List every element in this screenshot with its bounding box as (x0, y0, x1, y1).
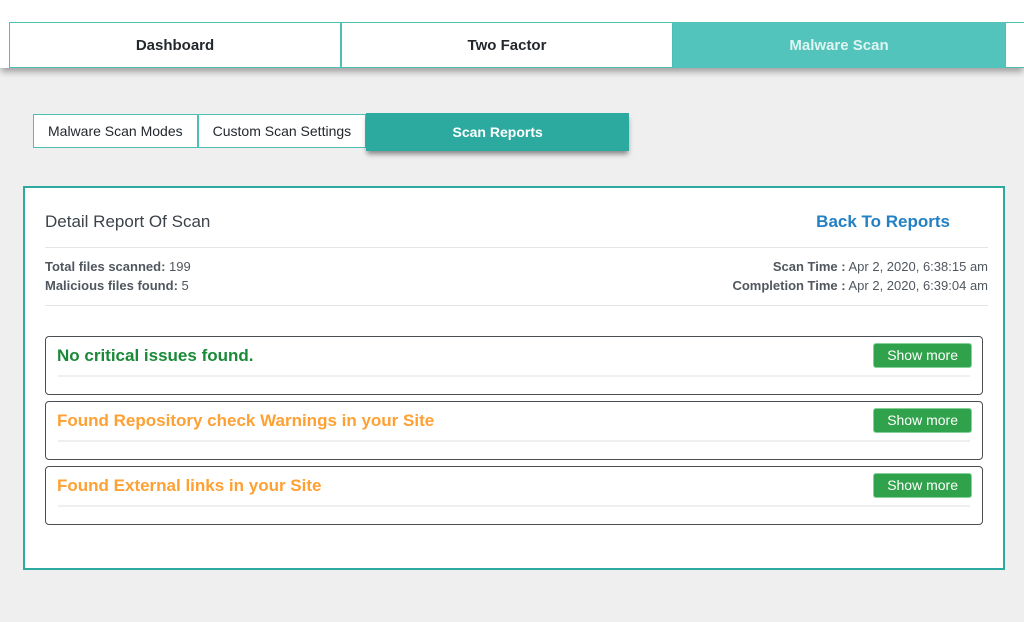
result-repository-warnings: Found Repository check Warnings in your … (45, 401, 983, 460)
subtab-custom-scan-settings[interactable]: Custom Scan Settings (197, 114, 367, 148)
malware-scan-sub-tabs: Malware Scan Modes Custom Scan Settings … (33, 113, 1024, 151)
tab-malware-scan-label: Malware Scan (789, 36, 889, 54)
scan-stats-left: Total files scanned: 199 Malicious files… (45, 257, 191, 295)
subtab-scan-reports-label: Scan Reports (452, 124, 543, 140)
tab-partial-offscreen[interactable] (1005, 22, 1024, 68)
show-more-button-critical[interactable]: Show more (873, 343, 972, 368)
tab-two-factor[interactable]: Two Factor (341, 22, 673, 68)
result-message: Found Repository check Warnings in your … (57, 410, 435, 430)
tab-malware-scan[interactable]: Malware Scan (673, 22, 1005, 68)
show-more-button-repository[interactable]: Show more (873, 408, 972, 433)
result-header: Found External links in your Site Show m… (46, 467, 982, 505)
scan-stats: Total files scanned: 199 Malicious files… (25, 248, 1003, 305)
malicious-files-label: Malicious files found: (45, 278, 178, 293)
tab-dashboard[interactable]: Dashboard (9, 22, 341, 68)
subtab-malware-scan-modes-label: Malware Scan Modes (48, 123, 183, 139)
result-message: Found External links in your Site (57, 475, 322, 495)
show-more-button-external[interactable]: Show more (873, 473, 972, 498)
total-files-row: Total files scanned: 199 (45, 257, 191, 276)
scan-results-list: No critical issues found. Show more Foun… (25, 306, 1003, 525)
result-header: No critical issues found. Show more (46, 337, 982, 375)
subtab-custom-scan-settings-label: Custom Scan Settings (212, 123, 352, 139)
result-message: No critical issues found. (57, 345, 254, 365)
scan-time-row: Scan Time : Apr 2, 2020, 6:38:15 am (732, 257, 988, 276)
page-title: Detail Report Of Scan (45, 212, 211, 231)
result-body (46, 507, 982, 524)
total-files-value: 199 (169, 259, 191, 274)
result-body (46, 377, 982, 394)
subtab-malware-scan-modes[interactable]: Malware Scan Modes (33, 114, 198, 148)
malicious-files-value: 5 (181, 278, 189, 293)
malicious-files-row: Malicious files found: 5 (45, 276, 191, 295)
tab-dashboard-label: Dashboard (135, 36, 215, 54)
scan-time-label: Scan Time : (772, 259, 846, 274)
scan-stats-right: Scan Time : Apr 2, 2020, 6:38:15 am Comp… (732, 257, 988, 295)
total-files-label: Total files scanned: (45, 259, 166, 274)
result-body (46, 442, 982, 459)
completion-time-row: Completion Time : Apr 2, 2020, 6:39:04 a… (732, 276, 988, 295)
scan-time-value: Apr 2, 2020, 6:38:15 am (848, 259, 988, 274)
result-external-links: Found External links in your Site Show m… (45, 466, 983, 525)
panel-header: Detail Report Of Scan Back To Reports (25, 188, 1003, 247)
back-to-reports-link[interactable]: Back To Reports (816, 212, 950, 232)
subtab-scan-reports[interactable]: Scan Reports (366, 113, 630, 151)
scan-report-panel: Detail Report Of Scan Back To Reports To… (23, 186, 1005, 570)
result-critical-issues: No critical issues found. Show more (45, 336, 983, 395)
tab-two-factor-label: Two Factor (467, 36, 547, 54)
completion-time-value: Apr 2, 2020, 6:39:04 am (848, 278, 988, 293)
completion-time-label: Completion Time : (732, 278, 846, 293)
top-tab-bar: Dashboard Two Factor Malware Scan (0, 0, 1024, 68)
result-header: Found Repository check Warnings in your … (46, 402, 982, 440)
